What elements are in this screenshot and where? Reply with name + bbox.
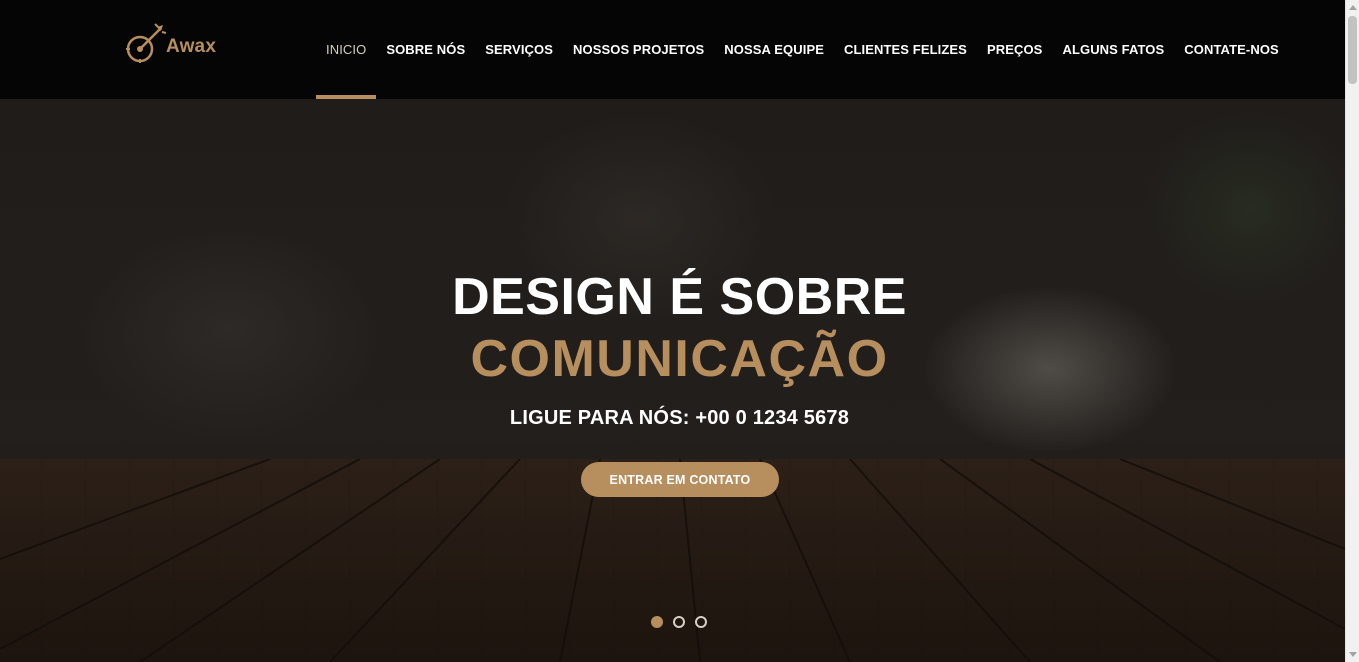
nav-item-nossos-projetos[interactable]: NOSSOS PROJETOS — [563, 0, 714, 99]
brand-logo[interactable]: Awax — [123, 18, 216, 68]
nav-item-nossa-equipe[interactable]: NOSSA EQUIPE — [714, 0, 834, 99]
hero-title-line1: DESIGN É SOBRE — [452, 268, 907, 326]
slider-dots — [651, 616, 707, 628]
main-nav: INICIO SOBRE NÓS SERVIÇOS NOSSOS PROJETO… — [316, 0, 1289, 99]
scrollbar-thumb[interactable] — [1348, 16, 1357, 84]
scroll-up-arrow-icon[interactable] — [1346, 0, 1359, 14]
vertical-scrollbar[interactable] — [1345, 0, 1359, 662]
nav-item-servicos[interactable]: SERVIÇOS — [475, 0, 563, 99]
slider-dot-1[interactable] — [651, 616, 663, 628]
site-header: Awax INICIO SOBRE NÓS SERVIÇOS NOSSOS PR… — [0, 0, 1345, 99]
nav-item-alguns-fatos[interactable]: ALGUNS FATOS — [1052, 0, 1174, 99]
nav-item-sobre-nos[interactable]: SOBRE NÓS — [376, 0, 475, 99]
contact-cta-button[interactable]: ENTRAR EM CONTATO — [581, 462, 779, 497]
slider-dot-3[interactable] — [695, 616, 707, 628]
hero-title-line2: COMUNICAÇÃO — [470, 330, 889, 388]
slider-dot-2[interactable] — [673, 616, 685, 628]
nav-item-precos[interactable]: PREÇOS — [977, 0, 1053, 99]
nav-item-clientes-felizes[interactable]: CLIENTES FELIZES — [834, 0, 977, 99]
hero-phone: LIGUE PARA NÓS: +00 0 1234 5678 — [509, 407, 850, 429]
brand-name: Awax — [166, 36, 217, 57]
nav-item-contate-nos[interactable]: CONTATE-NOS — [1174, 0, 1289, 99]
hero-slider: DESIGN É SOBRE COMUNICAÇÃO LIGUE PARA NÓ… — [0, 99, 1345, 662]
target-arrow-icon — [126, 23, 167, 63]
scroll-down-arrow-icon[interactable] — [1346, 648, 1359, 662]
page: Awax INICIO SOBRE NÓS SERVIÇOS NOSSOS PR… — [0, 0, 1345, 662]
nav-item-inicio[interactable]: INICIO — [316, 0, 377, 99]
